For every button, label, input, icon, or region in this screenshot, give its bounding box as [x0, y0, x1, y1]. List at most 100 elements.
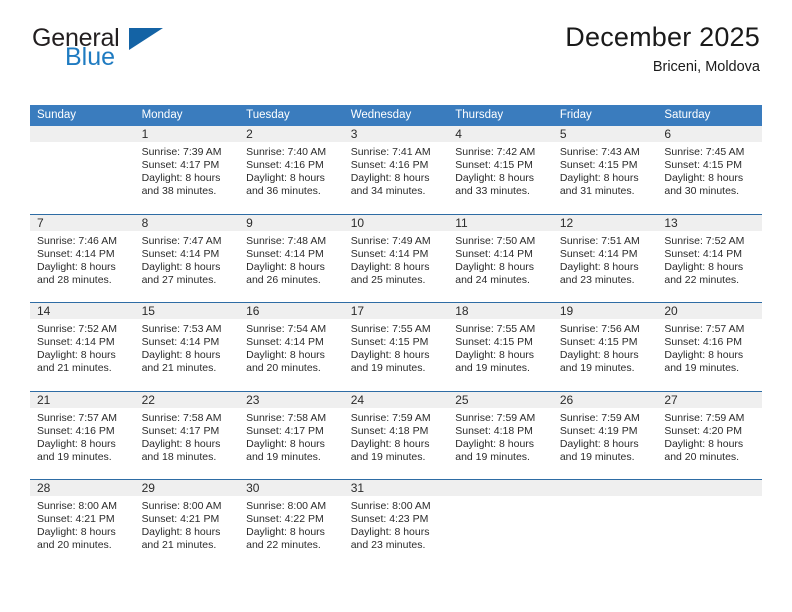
daylight-text-line1: Daylight: 8 hours — [37, 260, 116, 273]
daylight-text-line1: Daylight: 8 hours — [664, 349, 744, 362]
daylight-text-line1: Daylight: 8 hours — [141, 172, 221, 185]
day-number[interactable]: 9 — [239, 214, 344, 231]
day-cell[interactable]: Sunrise: 7:54 AM Sunset: 4:14 PM Daylight:… — [239, 319, 344, 392]
day-number[interactable]: 26 — [552, 391, 658, 408]
day-cell[interactable]: Sunrise: 7:47 AM Sunset: 4:14 PM Daylight:… — [134, 230, 240, 303]
day-number[interactable]: 29 — [134, 479, 240, 496]
day-cell[interactable]: Sunrise: 8:00 AM Sunset: 4:21 PM Daylight:… — [30, 496, 135, 568]
day-number-empty — [30, 126, 135, 142]
daylight-text-line1: Daylight: 8 hours — [455, 260, 535, 273]
week-detail-row: Sunrise: 7:46 AM Sunset: 4:14 PM Daylight:… — [30, 230, 762, 303]
sunrise-text: Sunrise: 8:00 AM — [37, 500, 117, 512]
day-number[interactable]: 25 — [448, 391, 553, 408]
day-number[interactable]: 12 — [552, 214, 658, 231]
day-cell[interactable]: Sunrise: 7:55 AM Sunset: 4:15 PM Daylight:… — [343, 319, 449, 392]
daylight-text-line1: Daylight: 8 hours — [455, 172, 535, 185]
week-daynumber-row: 21 22 23 24 25 26 27 — [30, 391, 762, 408]
day-cell[interactable]: Sunrise: 7:52 AM Sunset: 4:14 PM Daylight:… — [657, 230, 762, 303]
day-number[interactable]: 15 — [134, 302, 240, 319]
day-number[interactable]: 16 — [239, 302, 344, 319]
day-cell[interactable]: Sunrise: 7:57 AM Sunset: 4:16 PM Daylight:… — [30, 407, 135, 480]
week-daynumber-row: 123456 — [30, 126, 762, 142]
sunset-text: Sunset: 4:14 PM — [455, 247, 533, 260]
day-cell[interactable]: Sunrise: 7:59 AM Sunset: 4:19 PM Daylight:… — [552, 407, 658, 480]
day-cell[interactable]: Sunrise: 7:48 AM Sunset: 4:14 PM Daylight:… — [239, 230, 344, 303]
daylight-text-line1: Daylight: 8 hours — [455, 437, 535, 450]
day-number[interactable]: 18 — [448, 302, 553, 319]
day-cell[interactable]: Sunrise: 7:51 AM Sunset: 4:14 PM Daylight:… — [552, 230, 658, 303]
day-number[interactable]: 2 — [239, 126, 344, 142]
day-number[interactable]: 8 — [134, 214, 240, 231]
daylight-text-line2: and 22 minutes. — [246, 539, 321, 552]
sunrise-text: Sunrise: 7:59 AM — [664, 411, 745, 424]
daylight-text-line2: and 26 minutes. — [246, 273, 321, 286]
sunrise-text: Sunrise: 7:55 AM — [455, 323, 536, 335]
day-cell[interactable]: Sunrise: 7:58 AM Sunset: 4:17 PM Daylight:… — [239, 407, 344, 480]
calendar-body: 1 2 3 4 5 6 Sunrise: 7:39 AM Sunset: 4:17 PM Day… — [30, 126, 762, 568]
sunset-text: Sunset: 4:14 PM — [37, 336, 115, 349]
day-cell[interactable]: Sunrise: 7:39 AM Sunset: 4:17 PM Daylight:… — [134, 142, 240, 215]
daylight-text-line1: Daylight: 8 hours — [350, 260, 430, 273]
daylight-text-line1: Daylight: 8 hours — [350, 349, 430, 362]
daylight-text-line2: and 18 minutes. — [141, 450, 217, 463]
day-number[interactable]: 3 — [343, 126, 449, 142]
day-cell[interactable]: Sunrise: 7:52 AM Sunset: 4:14 PM Daylight:… — [30, 319, 135, 392]
day-cell[interactable]: Sunrise: 7:59 AM Sunset: 4:18 PM Daylight:… — [343, 407, 449, 480]
daylight-text-line1: Daylight: 8 hours — [37, 349, 116, 362]
day-number[interactable]: 20 — [657, 302, 762, 319]
day-number[interactable]: 10 — [343, 214, 449, 231]
day-number[interactable]: 1 — [134, 126, 240, 142]
sunrise-text: Sunrise: 7:49 AM — [350, 234, 431, 247]
day-number[interactable]: 22 — [134, 391, 240, 408]
day-number[interactable]: 13 — [657, 214, 762, 231]
day-cell[interactable]: Sunrise: 7:59 AM Sunset: 4:20 PM Daylight:… — [657, 407, 762, 480]
sunset-text: Sunset: 4:14 PM — [37, 247, 115, 260]
sunset-text: Sunset: 4:14 PM — [141, 247, 220, 260]
day-number[interactable]: 19 — [552, 302, 658, 319]
daylight-text-line1: Daylight: 8 hours — [37, 437, 116, 450]
day-cell[interactable]: Sunrise: 7:45 AM Sunset: 4:15 PM Daylight:… — [657, 142, 762, 215]
day-cell[interactable]: Sunrise: 7:46 AM Sunset: 4:14 PM Daylight:… — [30, 230, 135, 303]
day-cell[interactable]: Sunrise: 7:59 AM Sunset: 4:18 PM Daylight:… — [448, 407, 553, 480]
sunset-text: Sunset: 4:14 PM — [664, 247, 743, 260]
weekday-header-friday: Friday — [552, 105, 658, 126]
day-cell[interactable]: Sunrise: 7:56 AM Sunset: 4:15 PM Daylight:… — [552, 319, 658, 392]
daylight-text-line2: and 23 minutes. — [559, 273, 635, 286]
day-cell[interactable]: Sunrise: 7:40 AM Sunset: 4:16 PM Daylight:… — [239, 142, 344, 215]
day-number-empty — [657, 479, 762, 496]
day-number[interactable]: 24 — [343, 391, 449, 408]
day-number[interactable]: 28 — [30, 479, 135, 496]
day-cell[interactable]: Sunrise: 7:49 AM Sunset: 4:14 PM Daylight:… — [343, 230, 449, 303]
day-number[interactable]: 11 — [448, 214, 553, 231]
day-number[interactable]: 7 — [30, 214, 135, 231]
day-cell[interactable]: Sunrise: 7:57 AM Sunset: 4:16 PM Daylight:… — [657, 319, 762, 392]
sunrise-text: Sunrise: 7:58 AM — [141, 411, 222, 424]
day-number[interactable]: 23 — [239, 391, 344, 408]
day-number[interactable]: 31 — [343, 479, 449, 496]
day-number[interactable]: 27 — [657, 391, 762, 408]
day-number[interactable]: 5 — [552, 126, 658, 142]
day-number[interactable]: 30 — [239, 479, 344, 496]
weekday-header-sunday: Sunday — [30, 105, 135, 126]
day-cell[interactable]: Sunrise: 7:43 AM Sunset: 4:15 PM Daylight:… — [552, 142, 658, 215]
day-number[interactable]: 21 — [30, 391, 135, 408]
sunrise-text: Sunrise: 7:51 AM — [559, 234, 640, 247]
day-cell[interactable]: Sunrise: 7:50 AM Sunset: 4:14 PM Daylight:… — [448, 230, 553, 303]
day-number-empty — [448, 479, 553, 496]
day-number[interactable]: 6 — [657, 126, 762, 142]
day-cell[interactable]: Sunrise: 7:55 AM Sunset: 4:15 PM Daylight:… — [448, 319, 553, 392]
day-cell[interactable]: Sunrise: 7:58 AM Sunset: 4:17 PM Daylight:… — [134, 407, 240, 480]
day-cell[interactable]: Sunrise: 8:00 AM Sunset: 4:21 PM Daylight:… — [134, 496, 240, 568]
day-number[interactable]: 4 — [448, 126, 553, 142]
day-number[interactable]: 14 — [30, 302, 135, 319]
day-cell[interactable]: Sunrise: 8:00 AM Sunset: 4:22 PM Daylight:… — [239, 496, 344, 568]
day-cell[interactable]: Sunrise: 7:41 AM Sunset: 4:16 PM Daylight:… — [343, 142, 449, 215]
sunrise-text: Sunrise: 7:59 AM — [559, 411, 640, 424]
day-cell[interactable]: Sunrise: 8:00 AM Sunset: 4:23 PM Daylight:… — [343, 496, 449, 568]
day-number[interactable]: 17 — [343, 302, 449, 319]
page-title: December 2025 — [565, 22, 760, 52]
sunrise-text: Sunrise: 7:43 AM — [559, 146, 640, 158]
general-blue-logo[interactable]: General Blue — [32, 26, 232, 82]
day-cell[interactable]: Sunrise: 7:42 AM Sunset: 4:15 PM Daylight:… — [448, 142, 553, 215]
day-cell[interactable]: Sunrise: 7:53 AM Sunset: 4:14 PM Daylight:… — [134, 319, 240, 392]
